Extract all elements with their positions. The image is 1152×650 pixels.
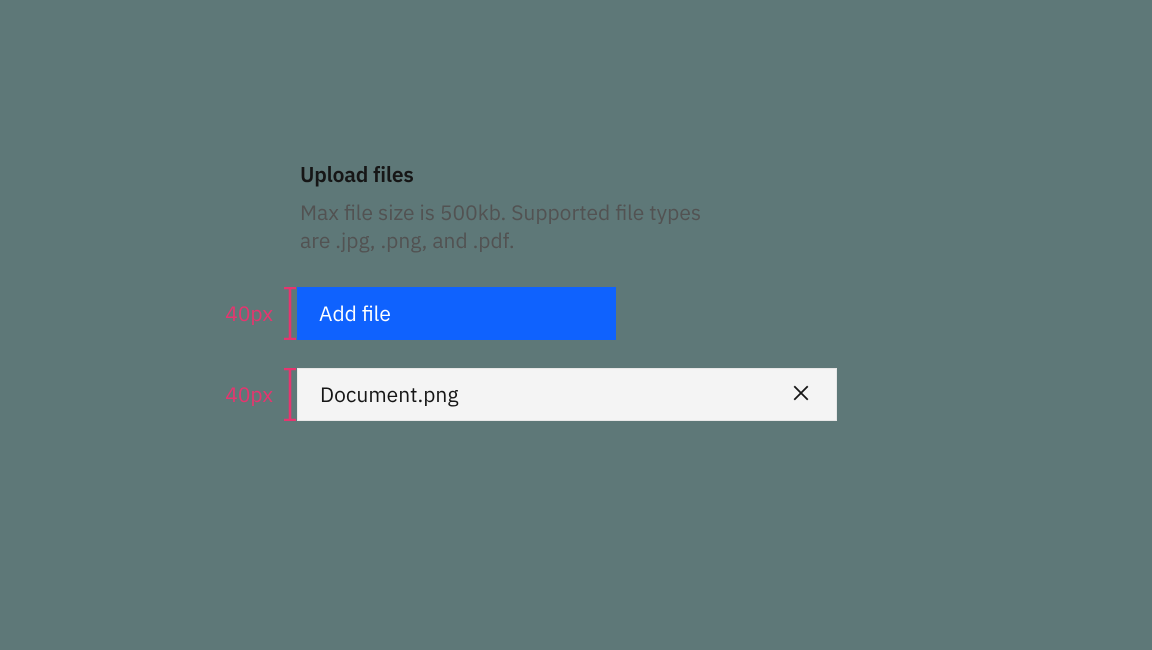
uploaded-file-item: Document.png: [297, 368, 837, 421]
height-annotation-file: 40px: [192, 368, 297, 421]
upload-title: Upload files: [300, 160, 837, 188]
bracket-icon: [283, 368, 297, 421]
remove-file-button[interactable]: [788, 380, 814, 409]
add-file-button[interactable]: Add file: [297, 287, 616, 340]
close-icon: [792, 384, 810, 405]
file-name: Document.png: [320, 380, 458, 408]
add-file-button-label: Add file: [319, 299, 391, 327]
height-annotation-button: 40px: [192, 287, 297, 340]
annotation-label: 40px: [225, 380, 273, 408]
bracket-icon: [283, 287, 297, 340]
annotation-label: 40px: [225, 299, 273, 327]
upload-subtitle: Max file size is 500kb. Supported file t…: [300, 198, 720, 255]
